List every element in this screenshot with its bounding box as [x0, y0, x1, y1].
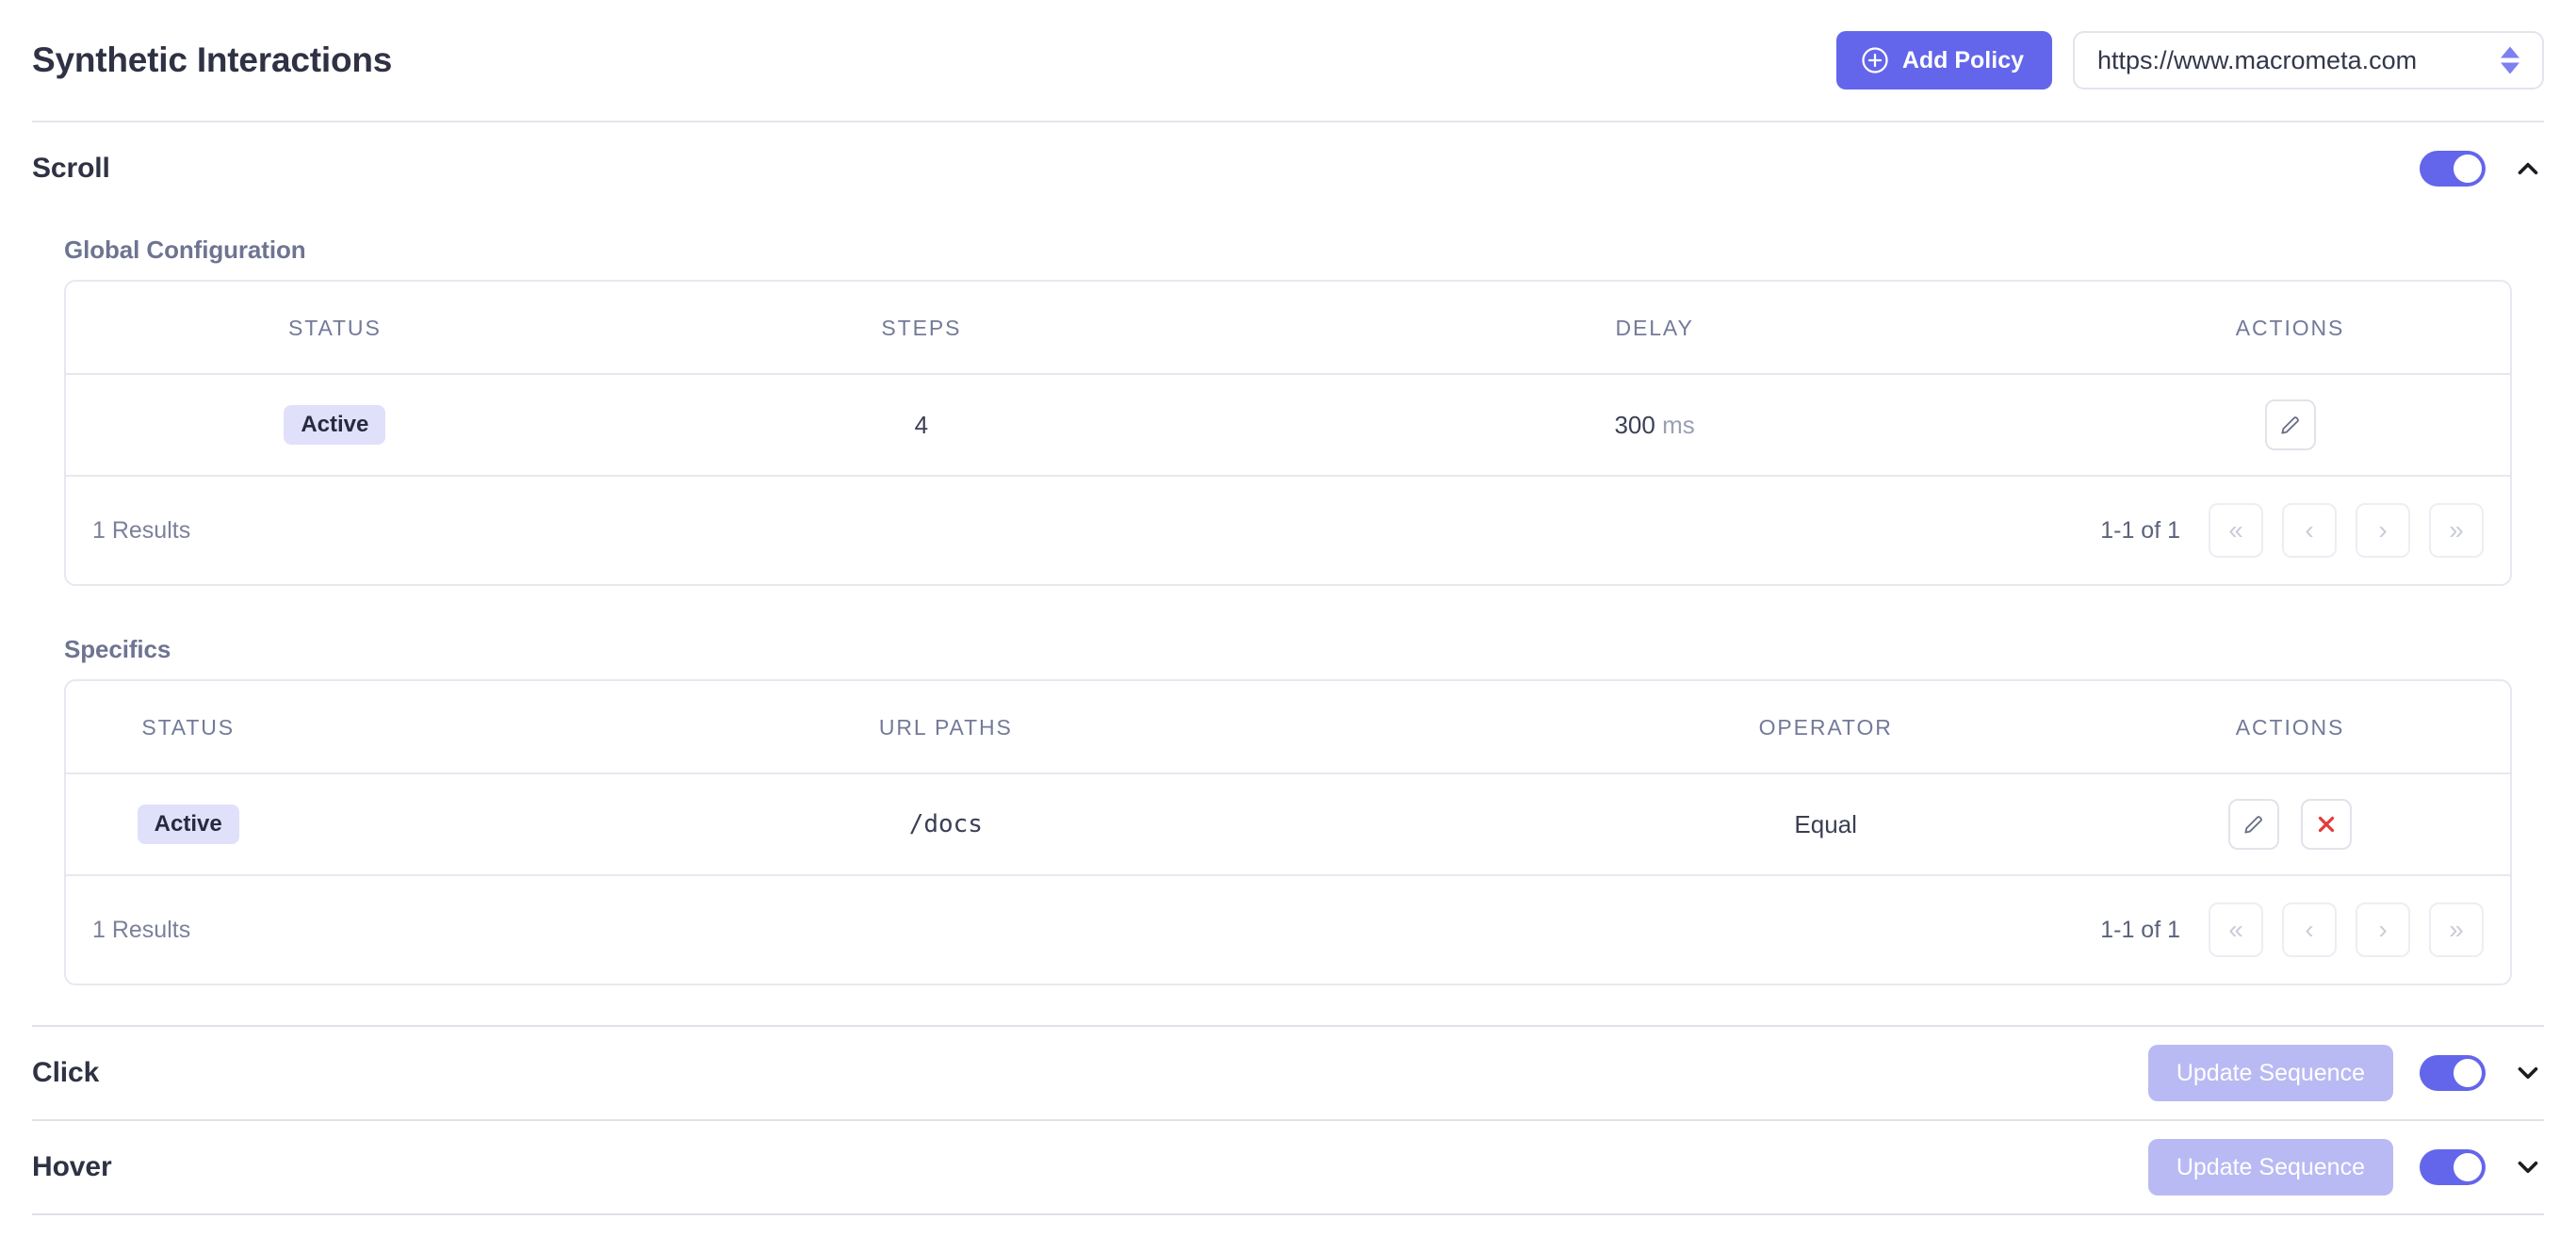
- add-policy-label: Add Policy: [1901, 46, 2024, 73]
- column-header-url-paths: URL PATHS: [310, 681, 1582, 774]
- cell-status: Active: [66, 374, 604, 477]
- specifics-label: Specifics: [64, 635, 171, 663]
- page-header: Synthetic Interactions Add Policy https:…: [0, 0, 2576, 121]
- column-header-operator: OPERATOR: [1581, 681, 2071, 774]
- cell-actions: [2070, 773, 2510, 876]
- delete-row-button[interactable]: [2301, 799, 2353, 850]
- update-sequence-button-click[interactable]: Update Sequence: [2147, 1045, 2393, 1101]
- column-header-actions: ACTIONS: [2070, 681, 2510, 774]
- specifics-table-footer: 1 Results 1-1 of 1 « ‹ › »: [66, 876, 2510, 984]
- first-page-button[interactable]: «: [2209, 503, 2263, 558]
- results-count: 1 Results: [92, 516, 191, 544]
- specifics-table: STATUS URL PATHS OPERATOR ACTIONS Active…: [66, 681, 2510, 876]
- plus-circle-icon: [1862, 47, 1888, 73]
- section-title-hover: Hover: [32, 1151, 112, 1182]
- update-sequence-button-hover[interactable]: Update Sequence: [2147, 1139, 2393, 1195]
- edit-row-button[interactable]: [2227, 799, 2279, 850]
- previous-page-button[interactable]: ‹: [2282, 503, 2337, 558]
- column-header-status: STATUS: [66, 681, 311, 774]
- pagination-range: 1-1 of 1: [2100, 516, 2180, 544]
- next-page-button[interactable]: ›: [2356, 903, 2410, 957]
- synthetic-interactions-page: Synthetic Interactions Add Policy https:…: [0, 0, 2576, 1236]
- status-badge: Active: [137, 805, 239, 844]
- next-page-button[interactable]: ›: [2356, 503, 2410, 558]
- last-page-button[interactable]: »: [2429, 903, 2484, 957]
- column-header-actions: ACTIONS: [2070, 282, 2510, 375]
- first-page-button[interactable]: «: [2209, 903, 2263, 957]
- chevron-down-icon[interactable]: [2512, 1057, 2544, 1089]
- page-title: Synthetic Interactions: [32, 41, 393, 79]
- scroll-panel: Global Configuration STATUS STEPS DELAY …: [0, 236, 2576, 985]
- cell-steps: 4: [603, 374, 1240, 477]
- pagination-controls: 1-1 of 1 « ‹ › »: [2100, 503, 2484, 558]
- hover-section-divider: [32, 1213, 2544, 1215]
- chevron-down-icon[interactable]: [2512, 1151, 2544, 1183]
- column-header-steps: STEPS: [603, 282, 1240, 375]
- delete-icon: [2319, 816, 2335, 833]
- global-configuration-label: Global Configuration: [64, 236, 306, 264]
- site-url-value: https://www.macrometa.com: [2097, 45, 2418, 74]
- section-actions-scroll: [2420, 151, 2544, 187]
- cell-operator: Equal: [1581, 773, 2071, 876]
- specifics-table-card: STATUS URL PATHS OPERATOR ACTIONS Active…: [64, 679, 2512, 985]
- toggle-click[interactable]: [2420, 1055, 2486, 1091]
- last-page-button[interactable]: »: [2429, 503, 2484, 558]
- edit-row-button[interactable]: [2264, 399, 2316, 450]
- table-row: Active /docs Equal: [66, 773, 2510, 876]
- column-header-status: STATUS: [66, 282, 604, 375]
- add-policy-button[interactable]: Add Policy: [1835, 31, 2052, 89]
- cell-delay: 300 ms: [1239, 374, 2071, 477]
- delay-unit: ms: [1662, 410, 1695, 439]
- cell-url-path: /docs: [310, 773, 1582, 876]
- section-title-click: Click: [32, 1057, 100, 1088]
- global-configuration-table-card: STATUS STEPS DELAY ACTIONS Active 4 300 …: [64, 280, 2512, 586]
- section-header-hover: Hover Update Sequence: [0, 1121, 2576, 1213]
- section-header-scroll: Scroll: [0, 122, 2576, 215]
- previous-page-button[interactable]: ‹: [2282, 903, 2337, 957]
- section-header-click: Click Update Sequence: [0, 1027, 2576, 1119]
- select-updown-icon: [2501, 46, 2519, 74]
- pagination-range: 1-1 of 1: [2100, 916, 2180, 943]
- status-badge: Active: [284, 405, 386, 445]
- delay-value: 300: [1614, 410, 1655, 439]
- table-header-row: STATUS STEPS DELAY ACTIONS: [66, 282, 2510, 375]
- section-title-scroll: Scroll: [32, 153, 110, 184]
- pagination-controls: 1-1 of 1 « ‹ › »: [2100, 903, 2484, 957]
- toggle-scroll[interactable]: [2420, 151, 2486, 187]
- edit-icon: [2244, 816, 2262, 834]
- edit-icon: [2280, 416, 2299, 434]
- chevron-up-icon[interactable]: [2512, 153, 2544, 185]
- section-actions-hover: Update Sequence: [2147, 1139, 2544, 1195]
- cell-status: Active: [66, 773, 311, 876]
- global-configuration-table: STATUS STEPS DELAY ACTIONS Active 4 300 …: [66, 282, 2510, 477]
- toggle-hover[interactable]: [2420, 1149, 2486, 1185]
- global-configuration-table-footer: 1 Results 1-1 of 1 « ‹ › »: [66, 477, 2510, 584]
- table-header-row: STATUS URL PATHS OPERATOR ACTIONS: [66, 681, 2510, 774]
- table-row: Active 4 300 ms: [66, 374, 2510, 477]
- cell-actions: [2070, 374, 2510, 477]
- column-header-delay: DELAY: [1239, 282, 2071, 375]
- section-actions-click: Update Sequence: [2147, 1045, 2544, 1101]
- header-actions: Add Policy https://www.macrometa.com: [1835, 31, 2544, 89]
- site-url-select[interactable]: https://www.macrometa.com: [2073, 31, 2544, 89]
- results-count: 1 Results: [92, 916, 191, 943]
